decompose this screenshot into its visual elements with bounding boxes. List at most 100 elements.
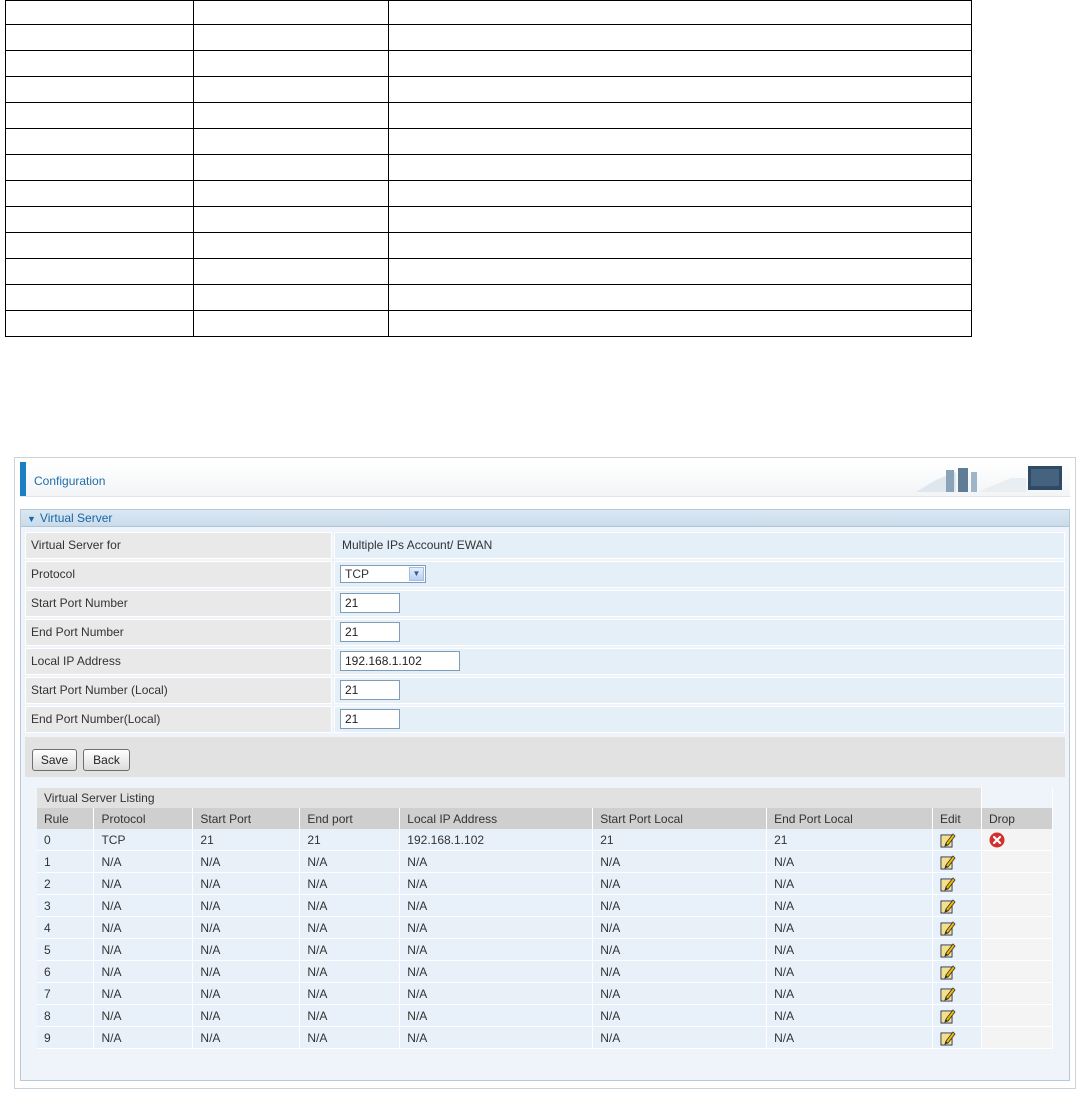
table-cell: N/A xyxy=(592,916,768,939)
local-ip-label: Local IP Address xyxy=(25,648,332,675)
virtual-server-section: ▼ Virtual Server Virtual Server for Multi… xyxy=(20,509,1070,1081)
configuration-header: Configuration xyxy=(20,462,1070,497)
table-row: 5 N/A N/A N/A N/A N/A N/A xyxy=(37,938,1054,961)
table-cell: N/A xyxy=(93,960,194,983)
top-table-row xyxy=(5,232,972,259)
table-cell: N/A xyxy=(592,938,768,961)
table-cell: N/A xyxy=(299,894,401,917)
drop-cell xyxy=(981,1026,1054,1049)
drop-cell xyxy=(981,960,1054,983)
top-table-cell xyxy=(5,76,194,103)
end-port-local-cell xyxy=(334,706,1065,733)
local-ip-input[interactable] xyxy=(340,651,460,671)
top-table-cell xyxy=(388,232,972,259)
form-row-virtual-server-for: Virtual Server for Multiple IPs Account/… xyxy=(25,532,1065,559)
top-table-cell xyxy=(388,284,972,311)
table-cell: 5 xyxy=(37,938,95,961)
edit-pencil-icon[interactable] xyxy=(940,964,956,980)
drop-cell xyxy=(981,1004,1054,1027)
top-table-cell xyxy=(388,128,972,155)
edit-pencil-icon[interactable] xyxy=(940,1008,956,1024)
top-table-row xyxy=(5,154,972,181)
listing-header-row: Rule Protocol Start Port End port Local IP A… xyxy=(37,808,1054,829)
table-cell: N/A xyxy=(399,872,594,895)
edit-cell xyxy=(932,894,982,917)
edit-cell xyxy=(932,850,982,873)
column-header: Drop xyxy=(981,808,1054,829)
table-cell: N/A xyxy=(93,982,194,1005)
table-cell: 8 xyxy=(37,1004,95,1027)
end-port-input[interactable] xyxy=(340,622,400,642)
section-header[interactable]: ▼ Virtual Server xyxy=(21,510,1069,527)
table-cell: 7 xyxy=(37,982,95,1005)
back-button[interactable]: Back xyxy=(83,749,130,771)
edit-cell xyxy=(932,916,982,939)
form-row-start-port-local: Start Port Number (Local) xyxy=(25,677,1065,704)
table-row: 4 N/A N/A N/A N/A N/A N/A xyxy=(37,916,1054,939)
top-table-cell xyxy=(193,284,389,311)
table-cell: N/A xyxy=(592,1026,768,1049)
edit-pencil-icon[interactable] xyxy=(940,898,956,914)
table-cell: N/A xyxy=(399,1004,594,1027)
table-cell: 9 xyxy=(37,1026,95,1049)
edit-pencil-icon[interactable] xyxy=(940,920,956,936)
edit-pencil-icon[interactable] xyxy=(940,1030,956,1046)
table-cell: N/A xyxy=(93,1004,194,1027)
listing-caption: Virtual Server Listing xyxy=(37,788,982,808)
edit-cell xyxy=(932,982,982,1005)
table-cell: N/A xyxy=(299,850,401,873)
table-cell: 2 xyxy=(37,872,95,895)
header-accent-bar xyxy=(20,462,26,496)
edit-pencil-icon[interactable] xyxy=(940,986,956,1002)
table-cell: N/A xyxy=(299,916,401,939)
drop-cell xyxy=(981,872,1054,895)
table-cell: N/A xyxy=(592,894,768,917)
drop-delete-icon[interactable] xyxy=(989,832,1005,848)
table-cell: N/A xyxy=(766,1026,933,1049)
column-header: Local IP Address xyxy=(399,808,594,829)
start-port-local-input[interactable] xyxy=(340,680,400,700)
edit-pencil-icon[interactable] xyxy=(940,854,956,870)
virtual-server-for-label: Virtual Server for xyxy=(25,532,332,559)
top-empty-table xyxy=(5,0,972,337)
table-cell: N/A xyxy=(93,850,194,873)
table-cell: N/A xyxy=(399,1026,594,1049)
table-row: 2 N/A N/A N/A N/A N/A N/A xyxy=(37,872,1054,895)
collapse-triangle-icon: ▼ xyxy=(27,514,36,524)
end-port-label: End Port Number xyxy=(25,619,332,646)
top-table-row xyxy=(5,310,972,337)
table-cell: N/A xyxy=(299,938,401,961)
table-cell: 21 xyxy=(192,829,301,851)
table-row: 8 N/A N/A N/A N/A N/A N/A xyxy=(37,1004,1054,1027)
top-table-cell xyxy=(5,102,194,129)
table-cell: N/A xyxy=(766,982,933,1005)
top-table-row xyxy=(5,128,972,155)
table-cell: N/A xyxy=(299,1026,401,1049)
column-header: Edit xyxy=(932,808,982,829)
top-table-cell xyxy=(388,102,972,129)
column-header: Protocol xyxy=(93,808,194,829)
save-button[interactable]: Save xyxy=(32,749,77,771)
edit-cell xyxy=(932,1004,982,1027)
start-port-input[interactable] xyxy=(340,593,400,613)
edit-pencil-icon[interactable] xyxy=(940,832,956,848)
edit-cell xyxy=(932,960,982,983)
top-table-cell xyxy=(193,310,389,337)
chevron-down-icon[interactable]: ▼ xyxy=(409,567,424,581)
edit-pencil-icon[interactable] xyxy=(940,942,956,958)
end-port-local-input[interactable] xyxy=(340,709,400,729)
table-cell: N/A xyxy=(299,872,401,895)
table-cell: N/A xyxy=(299,960,401,983)
top-table-cell xyxy=(388,24,972,51)
edit-pencil-icon[interactable] xyxy=(940,876,956,892)
drop-cell xyxy=(981,938,1054,961)
protocol-selected-value: TCP xyxy=(345,567,369,581)
protocol-select[interactable]: TCP ▼ xyxy=(340,565,426,583)
top-table-row xyxy=(5,180,972,207)
header-banner-art-icon xyxy=(916,466,1062,492)
table-cell: N/A xyxy=(192,960,301,983)
table-cell: N/A xyxy=(192,1004,301,1027)
table-cell: 1 xyxy=(37,850,95,873)
top-table-cell xyxy=(5,180,194,207)
top-table-cell xyxy=(388,180,972,207)
